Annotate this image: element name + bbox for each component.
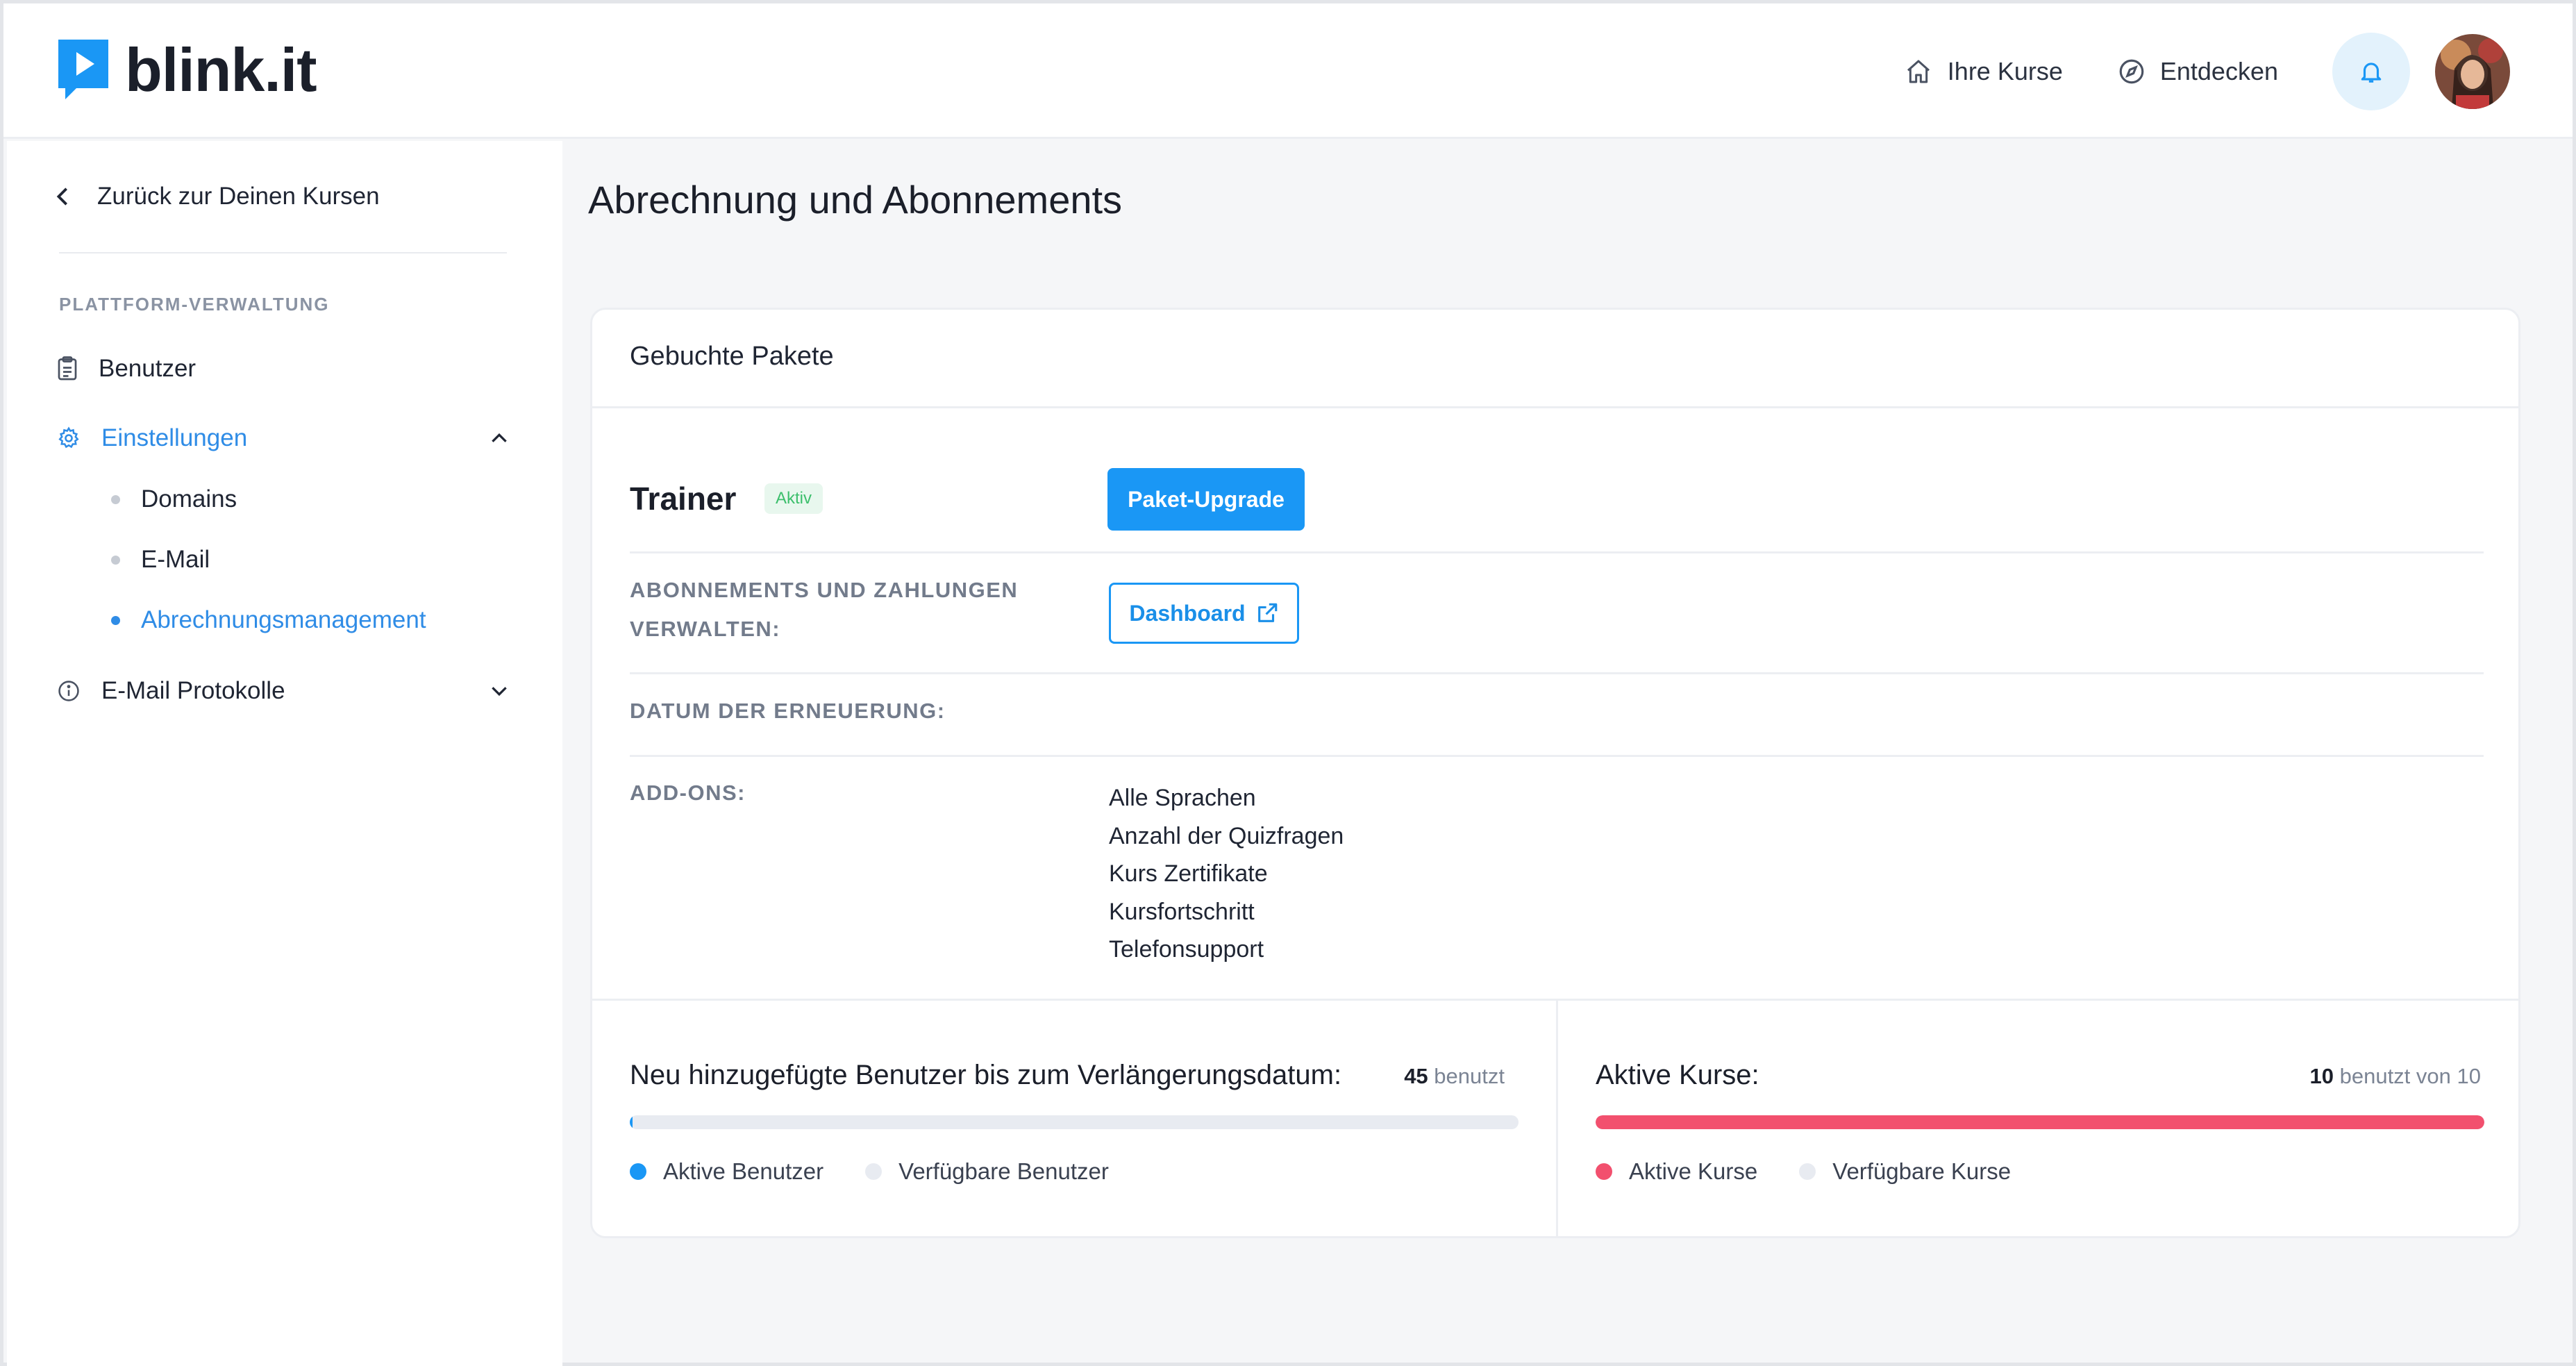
back-to-courses-link[interactable]: Zurück zur Deinen Kursen [56, 183, 380, 210]
home-icon [1907, 60, 1930, 83]
sidebar-divider [59, 252, 507, 253]
compass-icon [2119, 59, 2144, 84]
courses-progress-bar [1596, 1115, 2484, 1129]
top-header: blink.it Ihre Kurse Entdecken [3, 3, 2573, 139]
legend-active-dot [1596, 1163, 1612, 1180]
sidebar-item-label: Benutzer [99, 355, 196, 382]
sidebar-item-label: Einstellungen [101, 424, 248, 451]
stats-vertical-divider [1556, 1001, 1558, 1238]
bell-icon [2361, 63, 2382, 83]
nav-label: Entdecken [2159, 57, 2278, 85]
legend-available-dot [865, 1163, 883, 1180]
sidebar-subitem-email[interactable]: E-Mail [111, 546, 210, 574]
addon-item: Telefonsupport [1109, 936, 1264, 963]
dashboard-label: Dashboard [1129, 600, 1246, 626]
legend-active-dot [630, 1163, 646, 1180]
sidebar-item-email-protokolle[interactable]: E-Mail Protokolle [57, 677, 508, 705]
nav-ihre-kurse[interactable]: Ihre Kurse [1903, 57, 2063, 86]
user-avatar[interactable] [2435, 34, 2510, 109]
packages-card: Gebuchte Pakete Trainer Aktiv Paket-Upgr… [590, 308, 2520, 1238]
brand-name: blink.it [125, 35, 317, 104]
users-used-count: 45 [1404, 1064, 1428, 1088]
legend-available-dot [1799, 1163, 1816, 1180]
sidebar-section-title: PLATTFORM-VERWALTUNG [59, 294, 330, 315]
users-used-suffix: benutzt [1434, 1064, 1505, 1088]
external-link-icon [1257, 603, 1277, 622]
row-divider [630, 755, 2484, 757]
users-legend: Aktive Benutzer Verfügbare Benutzer [630, 1158, 1109, 1185]
users-stat-count: 45 benutzt [1404, 1064, 1505, 1089]
top-nav: Ihre Kurse Entdecken [1903, 33, 2510, 110]
stats-divider [592, 999, 2518, 1001]
renewal-label: DATUM DER ERNEUERUNG: [630, 699, 946, 723]
users-progress-bar [630, 1115, 1519, 1129]
bullet-dot [111, 615, 120, 625]
chevron-left-icon [56, 188, 67, 206]
notifications-button[interactable] [2332, 33, 2410, 110]
users-progress-fill [630, 1115, 633, 1129]
courses-stat-count: 10 benutzt von 10 [2310, 1064, 2482, 1089]
sidebar-item-label: E-Mail Protokolle [101, 677, 285, 704]
courses-legend: Aktive Kurse Verfügbare Kurse [1596, 1158, 2011, 1185]
sidebar-item-einstellungen[interactable]: Einstellungen [57, 424, 508, 452]
row-divider [630, 551, 2484, 553]
page-title: Abrechnung und Abonnements [588, 178, 1123, 222]
chevron-up-icon [492, 433, 507, 442]
nav-label: Ihre Kurse [1947, 57, 2063, 85]
card-title: Gebuchte Pakete [630, 342, 834, 371]
clipboard-icon [58, 356, 77, 381]
logo-play-icon [56, 37, 111, 103]
gear-icon [58, 426, 79, 449]
legend-available-label: Verfügbare Kurse [1832, 1158, 2012, 1184]
addon-item: Kurs Zertifikate [1109, 860, 1268, 887]
addons-label: ADD-ONS: [630, 781, 746, 805]
status-badge: Aktiv [764, 483, 823, 514]
courses-used-count: 10 [2309, 1064, 2334, 1088]
users-stat-title: Neu hinzugefügte Benutzer bis zum Verlän… [630, 1060, 1342, 1090]
back-label: Zurück zur Deinen Kursen [97, 183, 380, 210]
addon-item: Kursfortschritt [1109, 898, 1255, 925]
upgrade-button[interactable]: Paket-Upgrade [1107, 468, 1305, 531]
sidebar: Zurück zur Deinen Kursen PLATTFORM-VERWA… [7, 141, 562, 1366]
bullet-dot [111, 555, 120, 565]
courses-stat-title: Aktive Kurse: [1596, 1060, 1759, 1090]
nav-entdecken[interactable]: Entdecken [2117, 57, 2278, 86]
plan-name: Trainer [630, 481, 737, 517]
brand-logo[interactable]: blink.it [56, 37, 317, 103]
app-frame: blink.it Ihre Kurse Entdecken Zurück zur… [0, 0, 2576, 1366]
legend-available-label: Verfügbare Benutzer [898, 1158, 1109, 1184]
courses-used-suffix: benutzt von 10 [2339, 1064, 2481, 1088]
sidebar-subitem-label: Domains [141, 485, 237, 513]
legend-active-label: Aktive Benutzer [663, 1158, 824, 1184]
sidebar-subitem-label: E-Mail [141, 546, 210, 573]
legend-active-label: Aktive Kurse [1629, 1158, 1758, 1184]
sidebar-subitem-domains[interactable]: Domains [111, 485, 237, 513]
sidebar-item-benutzer[interactable]: Benutzer [57, 355, 196, 383]
info-icon [58, 681, 79, 701]
chevron-down-icon [492, 687, 507, 697]
card-header: Gebuchte Pakete [592, 310, 2518, 408]
dashboard-button[interactable]: Dashboard [1109, 583, 1299, 644]
bullet-dot [111, 494, 120, 504]
sidebar-subitem-label: Abrechnungsmanagement [141, 606, 426, 633]
courses-progress-fill [1596, 1115, 2484, 1129]
manage-label: ABONNEMENTS UND ZAHLUNGEN VERWALTEN: [630, 578, 1019, 641]
row-divider [630, 672, 2484, 674]
addon-item: Alle Sprachen [1109, 785, 1256, 811]
addon-item: Anzahl der Quizfragen [1109, 822, 1344, 849]
sidebar-subitem-abrechnungsmanagement[interactable]: Abrechnungsmanagement [111, 606, 426, 634]
addons-list: Alle Sprachen Anzahl der Quizfragen Kurs… [1109, 779, 1344, 969]
